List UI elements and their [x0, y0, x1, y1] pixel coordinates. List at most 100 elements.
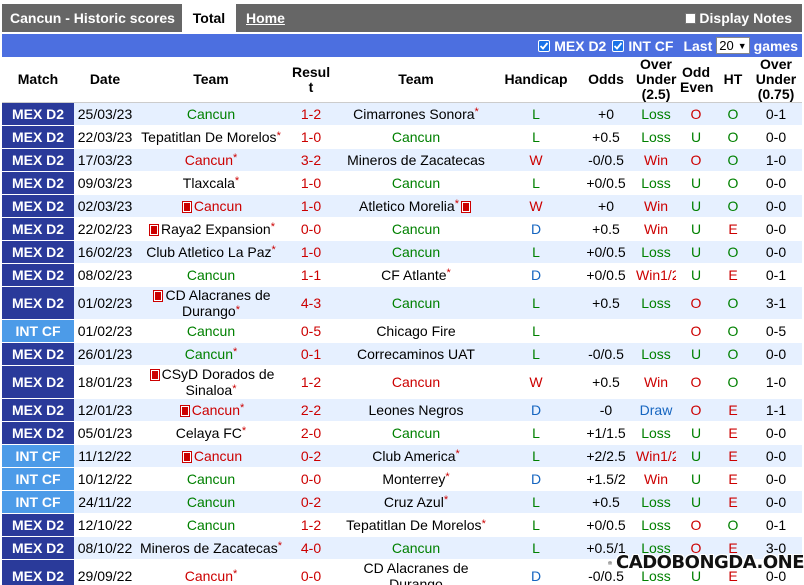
score-cell[interactable]: 1-0	[286, 171, 336, 195]
score-cell[interactable]: 1-2	[286, 102, 336, 126]
display-notes-toggle[interactable]: Display Notes	[685, 10, 792, 26]
away-team-name[interactable]: Tepatitlan De Morelos	[346, 517, 481, 533]
score-cell[interactable]: 0-0	[286, 217, 336, 241]
competition-cell[interactable]: MEX D2	[2, 286, 74, 320]
away-team-name[interactable]: Cruz Azul	[384, 494, 444, 510]
home-team-name[interactable]: Cancun	[194, 448, 242, 464]
home-team-cell[interactable]: Cancun*	[136, 559, 286, 585]
home-team-cell[interactable]: Celaya FC*	[136, 421, 286, 445]
away-team-name[interactable]: Cancun	[392, 175, 440, 191]
display-notes-checkbox[interactable]	[685, 12, 697, 24]
score-cell[interactable]: 2-2	[286, 398, 336, 422]
home-team-name[interactable]: Cancun	[187, 471, 235, 487]
away-team-name[interactable]: Cancun	[392, 540, 440, 556]
away-team-name[interactable]: Monterrey	[382, 471, 445, 487]
home-team-name[interactable]: Cancun	[194, 198, 242, 214]
away-team-cell[interactable]: Cimarrones Sonora*	[336, 102, 496, 126]
competition-cell[interactable]: INT CF	[2, 444, 74, 468]
away-team-name[interactable]: Correcaminos UAT	[357, 346, 475, 362]
home-team-name[interactable]: Cancun	[185, 568, 233, 584]
away-team-cell[interactable]: Cancun	[336, 286, 496, 320]
away-team-cell[interactable]: Cancun	[336, 125, 496, 149]
score-cell[interactable]: 0-2	[286, 444, 336, 468]
home-team-cell[interactable]: Cancun	[136, 444, 286, 468]
away-team-cell[interactable]: Cruz Azul*	[336, 490, 496, 514]
competition-cell[interactable]: MEX D2	[2, 217, 74, 241]
away-team-cell[interactable]: Cancun	[336, 171, 496, 195]
home-team-name[interactable]: Cancun	[185, 152, 233, 168]
away-team-name[interactable]: Atletico Morelia	[359, 198, 455, 214]
away-team-name[interactable]: Chicago Fire	[376, 323, 455, 339]
away-team-name[interactable]: Leones Negros	[369, 402, 464, 418]
away-team-name[interactable]: Mineros de Zacatecas	[347, 152, 485, 168]
away-team-name[interactable]: Cimarrones Sonora	[353, 106, 474, 122]
away-team-cell[interactable]: Club America*	[336, 444, 496, 468]
away-team-cell[interactable]: Leones Negros	[336, 398, 496, 422]
away-team-cell[interactable]: CD Alacranes de Durango	[336, 559, 496, 585]
away-team-cell[interactable]: Tepatitlan De Morelos*	[336, 513, 496, 537]
home-team-cell[interactable]: Cancun	[136, 490, 286, 514]
away-team-cell[interactable]: Cancun	[336, 536, 496, 560]
competition-cell[interactable]: MEX D2	[2, 513, 74, 537]
home-team-cell[interactable]: Cancun	[136, 102, 286, 126]
score-cell[interactable]: 0-0	[286, 467, 336, 491]
score-cell[interactable]: 0-1	[286, 342, 336, 366]
competition-cell[interactable]: MEX D2	[2, 102, 74, 126]
home-team-cell[interactable]: Mineros de Zacatecas*	[136, 536, 286, 560]
away-team-cell[interactable]: Atletico Morelia*	[336, 194, 496, 218]
competition-cell[interactable]: MEX D2	[2, 125, 74, 149]
away-team-name[interactable]: Cancun	[392, 374, 440, 390]
score-cell[interactable]: 1-0	[286, 240, 336, 264]
competition-cell[interactable]: MEX D2	[2, 171, 74, 195]
away-team-cell[interactable]: CF Atlante*	[336, 263, 496, 287]
away-team-cell[interactable]: Chicago Fire	[336, 319, 496, 343]
away-team-name[interactable]: CF Atlante	[381, 267, 446, 283]
competition-cell[interactable]: MEX D2	[2, 421, 74, 445]
last-games-select[interactable]: 20 ▼	[716, 37, 750, 54]
home-team-cell[interactable]: Cancun	[136, 467, 286, 491]
home-team-cell[interactable]: Club Atletico La Paz*	[136, 240, 286, 264]
home-team-cell[interactable]: Cancun	[136, 194, 286, 218]
competition-cell[interactable]: MEX D2	[2, 240, 74, 264]
away-team-cell[interactable]: Monterrey*	[336, 467, 496, 491]
home-team-cell[interactable]: Cancun	[136, 319, 286, 343]
home-team-name[interactable]: Raya2 Expansion	[161, 221, 271, 237]
home-team-name[interactable]: Tepatitlan De Morelos	[141, 129, 276, 145]
away-team-cell[interactable]: Cancun	[336, 240, 496, 264]
home-team-name[interactable]: Cancun	[187, 267, 235, 283]
score-cell[interactable]: 2-0	[286, 421, 336, 445]
home-team-cell[interactable]: Cancun*	[136, 342, 286, 366]
away-team-cell[interactable]: Cancun	[336, 217, 496, 241]
mex-d2-checkbox[interactable]	[538, 39, 551, 52]
int-cf-checkbox[interactable]	[612, 39, 625, 52]
home-team-name[interactable]: Tlaxcala	[183, 175, 235, 191]
home-team-name[interactable]: Cancun	[187, 323, 235, 339]
home-team-cell[interactable]: Tepatitlan De Morelos*	[136, 125, 286, 149]
score-cell[interactable]: 1-2	[286, 513, 336, 537]
home-team-cell[interactable]: Cancun	[136, 513, 286, 537]
score-cell[interactable]: 4-3	[286, 286, 336, 320]
competition-cell[interactable]: INT CF	[2, 490, 74, 514]
score-cell[interactable]: 1-1	[286, 263, 336, 287]
away-team-name[interactable]: Cancun	[392, 244, 440, 260]
home-team-cell[interactable]: CD Alacranes de Durango*	[136, 286, 286, 320]
away-team-name[interactable]: Cancun	[392, 295, 440, 311]
home-team-cell[interactable]: CSyD Dorados de Sinaloa*	[136, 365, 286, 399]
competition-cell[interactable]: MEX D2	[2, 559, 74, 585]
away-team-cell[interactable]: Correcaminos UAT	[336, 342, 496, 366]
competition-cell[interactable]: MEX D2	[2, 536, 74, 560]
home-team-name[interactable]: Mineros de Zacatecas	[140, 540, 278, 556]
home-team-cell[interactable]: Cancun*	[136, 148, 286, 172]
competition-cell[interactable]: INT CF	[2, 319, 74, 343]
away-team-name[interactable]: CD Alacranes de Durango	[363, 560, 468, 585]
score-cell[interactable]: 4-0	[286, 536, 336, 560]
away-team-name[interactable]: Cancun	[392, 425, 440, 441]
score-cell[interactable]: 3-2	[286, 148, 336, 172]
home-team-name[interactable]: CD Alacranes de Durango	[165, 287, 270, 319]
score-cell[interactable]: 0-2	[286, 490, 336, 514]
home-team-cell[interactable]: Raya2 Expansion*	[136, 217, 286, 241]
home-team-cell[interactable]: Tlaxcala*	[136, 171, 286, 195]
away-team-name[interactable]: Club America	[372, 448, 455, 464]
competition-cell[interactable]: MEX D2	[2, 342, 74, 366]
home-team-cell[interactable]: Cancun	[136, 263, 286, 287]
